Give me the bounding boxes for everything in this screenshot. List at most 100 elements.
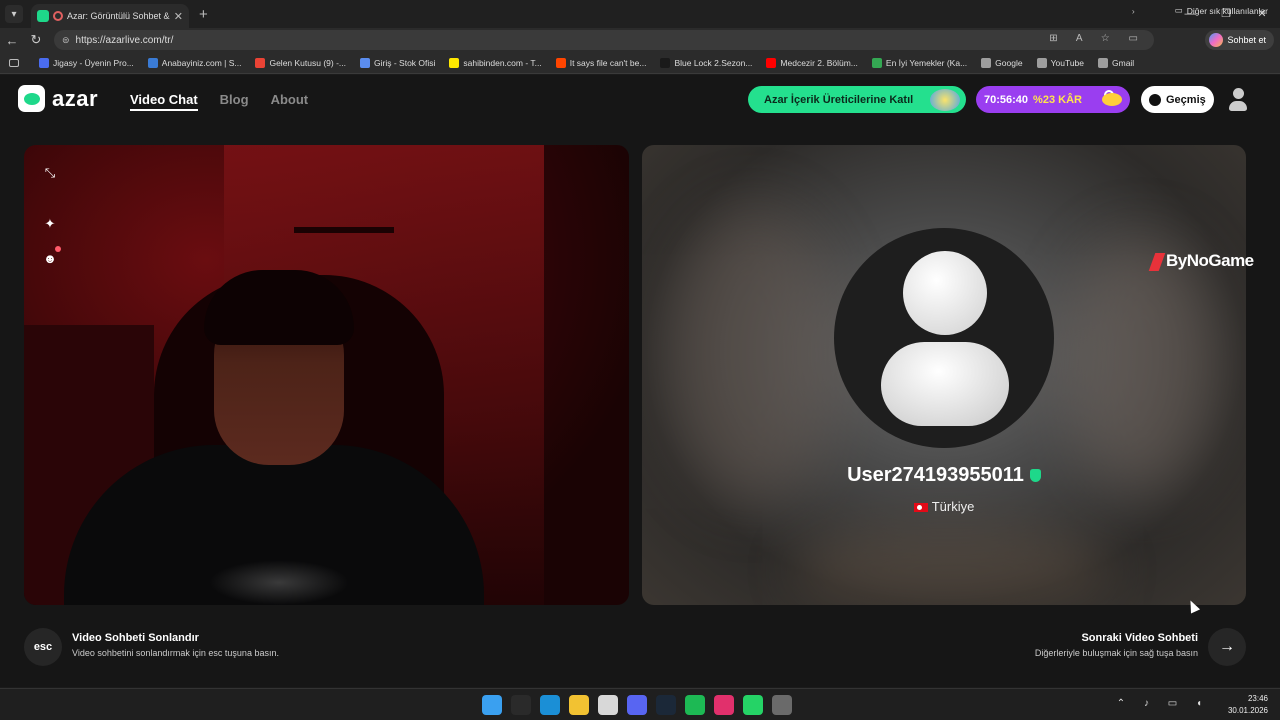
bookmark-item[interactable]: Anabayiniz.com | S... [147,57,242,68]
logo-text: azar [52,85,99,111]
bookmark-item[interactable]: Blue Lock 2.Sezon... [660,57,753,68]
bookmark-item[interactable]: Google [981,57,1023,68]
magic-wand-icon[interactable]: ✦ [38,212,62,236]
arrow-right-icon: → [1219,638,1235,655]
end-chat-button[interactable]: esc [24,628,62,666]
file-explorer-icon[interactable] [569,695,589,715]
bookmark-label: Jigasy - Üyenin Pro... [53,57,134,68]
edge-icon[interactable] [540,695,560,715]
other-bookmarks[interactable]: › ▭ Diğer sık kullanılanlar [1132,5,1268,16]
creator-program-button[interactable]: Azar İçerik Üreticilerine Katıl [748,86,966,113]
bookmark-item[interactable]: Giriş - Stok Ofisi [360,57,436,68]
azar-favicon-icon [37,10,49,22]
search-icon[interactable] [511,695,531,715]
clock-time: 23:46 [1247,694,1268,703]
history-label: Geçmiş [1166,93,1206,106]
creator-decoration-icon [930,89,960,111]
app-icon[interactable] [714,695,734,715]
bookmark-favicon-icon [766,57,777,68]
bookmark-label: Gmail [1112,57,1135,68]
store-icon[interactable] [598,695,618,715]
creator-label: Azar İçerik Üreticilerine Katıl [764,93,914,106]
folder-icon: ▭ [1174,5,1183,15]
bookmark-item[interactable]: Gelen Kutusu (9) -... [255,57,347,68]
tab-title: Azar: Görüntülü Sohbet & Yer [67,11,170,21]
bookmark-label: It says file can't be... [569,57,647,68]
clock-date: 30.01.2026 [1227,706,1268,715]
nav-blog[interactable]: Blog [220,92,249,111]
address-bar-row: ← ↻ ⊜ https://azarlive.com/tr/ ⊞ A ☆ ▭ [0,28,1280,52]
site-info-icon[interactable]: ⊜ [62,35,70,46]
windows-taskbar: ⌃ ♪ ▭ ◖ 23:46 30.01.2026 [0,688,1280,720]
url-field[interactable]: ⊜ https://azarlive.com/tr/ ⊞ A ☆ ▭ [54,30,1154,50]
bookmark-label: Gelen Kutusu (9) -... [269,57,347,68]
new-tab-button[interactable]: + [199,6,208,23]
bookmark-favicon-icon [147,57,158,68]
bookmark-item[interactable]: sahibinden.com - T... [449,57,542,68]
refresh-button[interactable]: ↻ [24,32,48,48]
copilot-icon [1209,33,1224,47]
bookmark-item[interactable]: YouTube [1036,57,1084,68]
verified-shield-icon [1029,469,1041,483]
next-chat-subtitle: Diğerleriyle buluşmak için sağ tuşa bası… [1034,648,1198,658]
azar-page: azar Video Chat Blog About Azar İçerik Ü… [0,75,1280,687]
bookmark-label: En İyi Yemekler (Ka... [885,57,968,68]
bookmark-label: Medcezir 2. Bölüm... [780,57,858,68]
settings-icon[interactable] [772,695,792,715]
promo-timer: 70:56:40 [984,93,1029,106]
bookmark-item[interactable]: Jigasy - Üyenin Pro... [39,57,134,68]
taskbar-apps [482,695,801,715]
country-text: Türkiye [931,499,975,514]
whatsapp-icon[interactable] [743,695,763,715]
chevron-right-icon[interactable]: › [1132,6,1135,16]
bookmark-item[interactable]: It says file can't be... [555,57,647,68]
bookmark-label: sahibinden.com - T... [463,57,542,68]
bookmark-label: Blue Lock 2.Sezon... [674,57,753,68]
avatar-body-icon [881,342,1009,426]
address-tools[interactable]: ⊞ A ☆ ▭ [1049,33,1146,44]
bookmark-label: Google [995,57,1023,68]
spotify-icon[interactable] [685,695,705,715]
nav-about[interactable]: About [271,92,309,111]
bookmark-item[interactable]: En İyi Yemekler (Ka... [871,57,968,68]
remote-username: User27419395501​1 [642,464,1246,487]
steam-icon[interactable] [656,695,676,715]
promo-discount: %23 KÂR [1033,93,1082,106]
azar-logo-icon [18,85,45,112]
tab-actions-button[interactable]: ▾ [5,5,23,23]
bookmark-label: Giriş - Stok Ofisi [374,57,436,68]
promo-timer-button[interactable]: 70:56:40 %23 KÂR [976,86,1130,113]
copilot-label: Sohbet et [1227,35,1266,45]
face-filter-icon[interactable]: ☻ [38,246,62,270]
bookmark-label: Anabayiniz.com | S... [161,57,242,68]
avatar-head-icon [903,251,987,335]
system-tray[interactable]: ⌃ ♪ ▭ ◖ [1117,698,1210,709]
bynogame-watermark: ByNoGame [1148,251,1254,271]
bookmark-favicon-icon [1098,57,1108,68]
active-tab[interactable]: Azar: Görüntülü Sohbet & Yer ✕ [31,4,189,28]
back-button[interactable]: ← [0,33,24,48]
main-nav: Video Chat Blog About [130,92,330,111]
discord-icon[interactable] [627,695,647,715]
local-video [24,145,629,605]
bynogame-logo-icon [1148,252,1166,271]
bookmark-favicon-icon [871,57,882,68]
taskbar-clock[interactable]: 23:46 30.01.2026 [1228,693,1268,717]
bookmark-item[interactable]: Gmail [1098,57,1135,68]
browser-tab-strip: ▾ Azar: Görüntülü Sohbet & Yer ✕ + — ❐ ✕ [0,0,1280,28]
esc-key-label: esc [33,641,53,653]
nav-video-chat[interactable]: Video Chat [130,92,198,111]
history-button[interactable]: Geçmiş [1141,86,1214,113]
other-bookmarks-label: Diğer sık kullanılanlar [1186,5,1268,16]
bookmark-favicon-icon [255,57,266,68]
minimize-video-icon[interactable]: ⤡ [38,161,62,185]
sidebar-toggle-icon[interactable] [9,58,19,67]
close-tab-icon[interactable]: ✕ [174,10,183,23]
profile-avatar[interactable] [1228,88,1248,112]
bookmark-item[interactable]: Medcezir 2. Bölüm... [766,57,858,68]
bookmarks-bar: Jigasy - Üyenin Pro... Anabayiniz.com | S… [0,52,1280,74]
copilot-button[interactable]: Sohbet et [1205,30,1274,50]
windows-start-icon[interactable] [482,695,502,715]
next-chat-button[interactable]: → [1208,628,1246,666]
azar-logo[interactable]: azar [18,85,98,112]
